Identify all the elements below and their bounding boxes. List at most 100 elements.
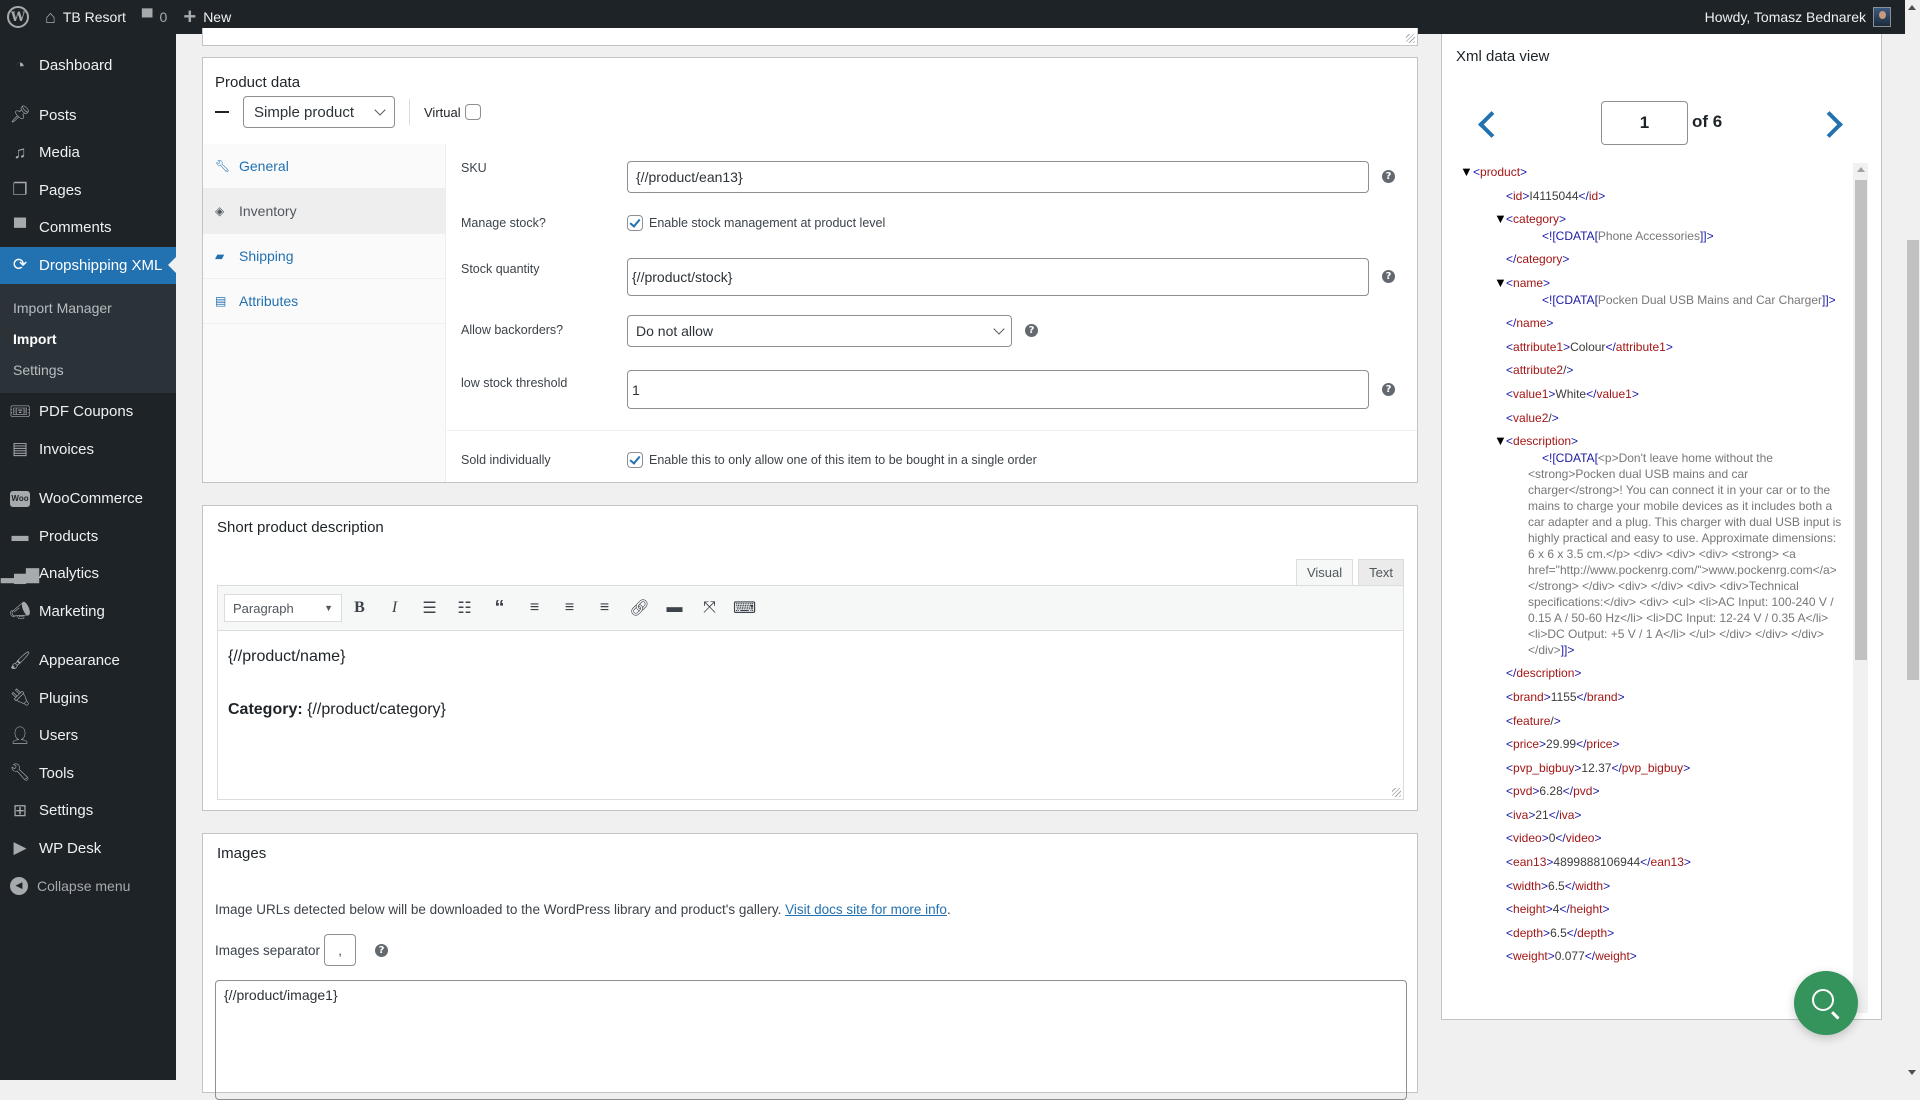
chevron-left-icon[interactable] — [1477, 109, 1497, 137]
sold-individually-option[interactable]: Enable this to only allow one of this it… — [627, 452, 1037, 468]
sidebar-item-settings[interactable]: ⊞ Settings — [0, 792, 176, 830]
chevron-right-icon[interactable] — [1822, 109, 1842, 137]
chevron-down-icon — [993, 322, 1005, 335]
virtual-option[interactable]: Virtual — [424, 104, 481, 120]
info-text: Image URLs detected below will be downlo… — [215, 902, 786, 917]
list-icon: ▤ — [215, 294, 227, 308]
align-right-icon[interactable]: ≡ — [587, 593, 622, 623]
format-select[interactable]: Paragraph ▼ — [224, 594, 342, 622]
site-name-link[interactable]: ⌂ TB Resort — [37, 0, 134, 34]
resize-handle[interactable] — [1406, 34, 1415, 43]
sold-individually-checkbox[interactable] — [627, 452, 643, 468]
submenu-item-import[interactable]: Import — [0, 323, 176, 354]
read-more-icon[interactable]: ▬ — [657, 593, 692, 623]
manage-stock-checkbox[interactable] — [627, 215, 643, 231]
help-search-button[interactable] — [1794, 971, 1858, 1035]
separator-input[interactable]: , — [324, 934, 357, 966]
editor-content[interactable]: {//product/name} Category: {//product/ca… — [218, 631, 1403, 761]
sidebar-item-comments[interactable]: ▀ Comments — [0, 209, 176, 247]
help-icon[interactable]: ? — [1382, 383, 1395, 396]
tab-inventory[interactable]: ◈ Inventory — [203, 189, 445, 234]
scroll-thumb[interactable] — [1855, 180, 1867, 660]
sidebar-item-woocommerce[interactable]: Woo WooCommerce — [0, 480, 176, 518]
wordpress-logo-icon: W — [7, 6, 29, 28]
scroll-up-icon[interactable] — [1908, 5, 1916, 10]
sidebar-item-dropshipping-xml[interactable]: ⟳ Dropshipping XML — [0, 246, 176, 284]
virtual-checkbox[interactable] — [464, 104, 481, 120]
sku-label: SKU — [461, 161, 487, 175]
bullet-list-icon[interactable]: ☰ — [412, 593, 447, 623]
sidebar-item-pdf-coupons[interactable]: 🎟︎ PDF Coupons — [0, 393, 176, 431]
xml-node: <iva>21</iva> — [1506, 807, 1582, 822]
comments-link[interactable]: ▀ 0 — [134, 0, 175, 34]
tab-label: General — [239, 158, 289, 174]
link-icon[interactable]: 🔗︎ — [622, 593, 657, 623]
italic-icon[interactable]: I — [377, 593, 412, 623]
submenu-item-import-manager[interactable]: Import Manager — [0, 292, 176, 323]
xml-tree: ▼ <product> <id>I4115044</id> ▼ <category> <!… — [1460, 164, 1848, 1010]
truck-icon: ▰ — [215, 249, 225, 263]
sidebar-item-products[interactable]: ▬ Products — [0, 518, 176, 556]
collapse-menu-button[interactable]: ◀ Collapse menu — [0, 867, 176, 905]
collapse-toggle-icon[interactable]: ▼ — [1460, 165, 1473, 179]
collapse-toggle-icon[interactable]: ▼ — [1494, 434, 1507, 448]
help-icon[interactable]: ? — [375, 943, 389, 957]
sidebar-item-appearance[interactable]: 🖌︎ Appearance — [0, 642, 176, 680]
low-stock-input[interactable]: 1 — [627, 370, 1369, 409]
blockquote-icon[interactable]: “ — [482, 593, 517, 623]
images-separator-row: Images separator , ? — [215, 934, 389, 966]
xml-scrollbar[interactable] — [1853, 163, 1868, 1013]
backorders-label: Allow backorders? — [461, 323, 564, 337]
sidebar-item-posts[interactable]: 📌︎ Posts — [0, 97, 176, 135]
numbered-list-icon[interactable]: ☷ — [447, 593, 482, 623]
low-stock-label: low stock threshold — [461, 376, 568, 390]
sidebar-item-analytics[interactable]: ▂▄▆ Analytics — [0, 555, 176, 593]
align-center-icon[interactable]: ≡ — [552, 593, 587, 623]
backorders-select[interactable]: Do not allow — [627, 315, 1012, 347]
product-type-select[interactable]: Simple product — [243, 96, 395, 128]
sidebar-item-plugins[interactable]: 🔌︎ Plugins — [0, 680, 176, 718]
tab-shipping[interactable]: ▰ Shipping — [203, 234, 445, 279]
xml-node: <price>29.99</price> — [1506, 737, 1620, 752]
manage-stock-option[interactable]: Enable stock management at product level — [627, 215, 885, 231]
page-number-input[interactable]: 1 — [1601, 101, 1688, 145]
align-left-icon[interactable]: ≡ — [517, 593, 552, 623]
image-urls-textarea[interactable]: {//product/image1} — [215, 980, 1407, 1100]
bold-icon[interactable]: B — [342, 593, 377, 623]
sidebar-item-label: WooCommerce — [39, 490, 143, 508]
sidebar-item-users[interactable]: 👤︎ Users — [0, 717, 176, 755]
tab-attributes[interactable]: ▤ Attributes — [203, 279, 445, 324]
sidebar-item-wp-desk[interactable]: ▶ WP Desk — [0, 830, 176, 868]
sidebar-item-invoices[interactable]: ▤ Invoices — [0, 431, 176, 469]
sidebar-item-pages[interactable]: ❐ Pages — [0, 172, 176, 210]
sidebar-item-dashboard[interactable]: ◔ Dashboard — [0, 47, 176, 85]
fullscreen-icon[interactable]: ⤧ — [692, 593, 727, 623]
scroll-up-icon[interactable] — [1857, 167, 1865, 172]
sidebar-item-label: Comments — [39, 219, 112, 237]
help-icon[interactable]: ? — [1025, 324, 1038, 337]
scroll-down-icon[interactable] — [1908, 1070, 1916, 1075]
tab-general[interactable]: 🔧︎ General — [203, 144, 445, 189]
collapse-toggle-icon[interactable]: ▼ — [1494, 212, 1507, 226]
toolbar-toggle-icon[interactable]: ⌨ — [727, 593, 762, 623]
sidebar-item-marketing[interactable]: 📣︎ Marketing — [0, 593, 176, 631]
submenu-item-settings[interactable]: Settings — [0, 354, 176, 385]
collapse-toggle-icon[interactable]: ▼ — [1494, 275, 1507, 290]
sidebar-item-media[interactable]: ♫ Media — [0, 134, 176, 172]
tab-visual[interactable]: Visual — [1295, 559, 1354, 585]
resize-handle[interactable] — [1392, 788, 1401, 797]
scroll-thumb[interactable] — [1907, 240, 1919, 680]
help-icon[interactable]: ? — [1382, 270, 1395, 283]
stock-quantity-input[interactable]: {//product/stock} — [627, 258, 1369, 296]
wordpress-logo-button[interactable]: W — [0, 0, 37, 34]
tab-text[interactable]: Text — [1358, 559, 1404, 585]
user-account-menu[interactable]: Howdy, Tomasz Bednarek — [1697, 0, 1905, 34]
sku-input[interactable]: {//product/ean13} — [627, 161, 1369, 193]
avatar — [1873, 7, 1891, 27]
help-icon[interactable]: ? — [1382, 170, 1395, 183]
wrench-icon: 🔧︎ — [9, 763, 31, 783]
sidebar-item-tools[interactable]: 🔧︎ Tools — [0, 755, 176, 793]
docs-link[interactable]: Visit docs site for more info — [785, 902, 947, 917]
tab-label: Shipping — [239, 248, 294, 264]
page-scrollbar[interactable] — [1905, 0, 1920, 1080]
